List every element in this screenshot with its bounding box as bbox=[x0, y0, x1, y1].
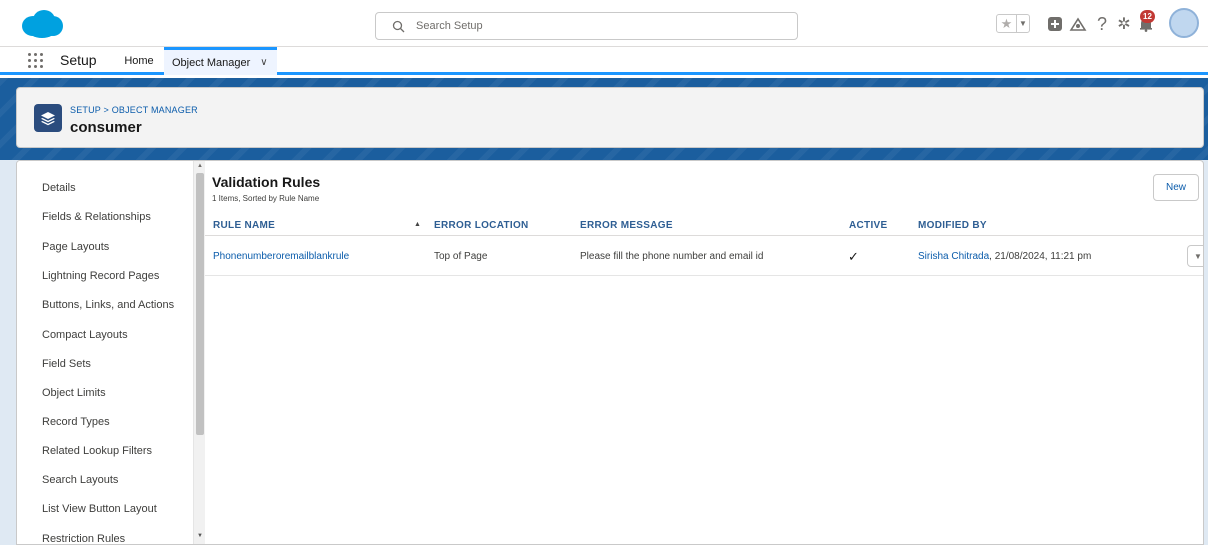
tab-object-manager-label: Object Manager bbox=[172, 56, 251, 69]
validation-rules-panel: Validation Rules 1 Items, Sorted by Rule… bbox=[205, 161, 1203, 544]
context-navigation: Setup Home Object Manager ∨ bbox=[0, 47, 1208, 75]
sidebar-item-page-layouts[interactable]: Page Layouts bbox=[42, 241, 109, 253]
breadcrumb[interactable]: SETUP > OBJECT MANAGER bbox=[70, 105, 198, 115]
favorites-dropdown-icon[interactable]: ▼ bbox=[1017, 15, 1029, 32]
object-page-header: SETUP > OBJECT MANAGER consumer bbox=[16, 87, 1204, 148]
column-header-active[interactable]: ACTIVE bbox=[849, 220, 887, 231]
content-card: Details Fields & Relationships Page Layo… bbox=[16, 160, 1204, 545]
avatar[interactable] bbox=[1169, 8, 1199, 38]
object-sidebar: Details Fields & Relationships Page Layo… bbox=[17, 161, 205, 544]
column-header-rule-name[interactable]: RULE NAME bbox=[213, 220, 275, 231]
modified-by-date: , 21/08/2024, 11:21 pm bbox=[989, 251, 1092, 262]
trailhead-icon[interactable] bbox=[1068, 14, 1088, 34]
sidebar-item-compact-layouts[interactable]: Compact Layouts bbox=[42, 329, 128, 341]
tab-home[interactable]: Home bbox=[117, 47, 161, 75]
sort-ascending-icon[interactable]: ▲ bbox=[414, 221, 421, 228]
help-icon[interactable]: ? bbox=[1092, 14, 1112, 34]
sidebar-item-related-lookup-filters[interactable]: Related Lookup Filters bbox=[42, 445, 152, 457]
favorites-group: ★ ▼ bbox=[996, 14, 1030, 33]
table-row: Phonenumberoremailblankrule Top of Page … bbox=[205, 236, 1203, 276]
sidebar-scrollbar[interactable]: ▲ ▼ bbox=[193, 161, 205, 544]
app-launcher-icon[interactable] bbox=[28, 53, 44, 69]
error-message-cell: Please fill the phone number and email i… bbox=[580, 251, 764, 262]
object-layers-icon bbox=[34, 104, 62, 132]
notification-badge: 12 bbox=[1140, 10, 1155, 23]
error-location-cell: Top of Page bbox=[434, 251, 488, 262]
scroll-up-icon[interactable]: ▲ bbox=[197, 163, 203, 169]
app-name: Setup bbox=[60, 52, 97, 68]
modified-by-cell: Sirisha Chitrada, 21/08/2024, 11:21 pm bbox=[918, 251, 1091, 262]
sidebar-item-search-layouts[interactable]: Search Layouts bbox=[42, 474, 118, 486]
sidebar-item-restriction-rules[interactable]: Restriction Rules bbox=[42, 533, 125, 544]
sidebar-item-details[interactable]: Details bbox=[42, 182, 76, 194]
modified-by-user-link[interactable]: Sirisha Chitrada bbox=[918, 251, 989, 262]
section-title: Validation Rules bbox=[212, 174, 321, 190]
rule-name-link[interactable]: Phonenumberoremailblankrule bbox=[213, 251, 349, 262]
sidebar-item-lightning-record-pages[interactable]: Lightning Record Pages bbox=[42, 270, 159, 282]
salesforce-cloud-icon[interactable] bbox=[20, 9, 64, 39]
page-title: consumer bbox=[70, 119, 142, 136]
sidebar-item-fields-relationships[interactable]: Fields & Relationships bbox=[42, 211, 151, 223]
new-button[interactable]: New bbox=[1153, 174, 1199, 201]
column-header-modified-by[interactable]: MODIFIED BY bbox=[918, 220, 987, 231]
scroll-down-icon[interactable]: ▼ bbox=[197, 533, 203, 539]
checkmark-icon: ✓ bbox=[848, 249, 859, 264]
sidebar-item-list-view-button-layout[interactable]: List View Button Layout bbox=[42, 503, 157, 515]
global-header: ★ ▼ ? ✲ 12 bbox=[0, 0, 1208, 47]
sidebar-item-buttons-links-actions[interactable]: Buttons, Links, and Actions bbox=[42, 299, 174, 311]
sidebar-item-field-sets[interactable]: Field Sets bbox=[42, 358, 91, 370]
tab-object-manager[interactable]: Object Manager ∨ bbox=[164, 47, 277, 75]
search-icon bbox=[392, 20, 405, 33]
table-header: RULE NAME ▲ ERROR LOCATION ERROR MESSAGE… bbox=[205, 214, 1203, 236]
column-header-error-location[interactable]: ERROR LOCATION bbox=[434, 220, 529, 231]
chevron-down-icon[interactable]: ∨ bbox=[260, 57, 267, 68]
section-subtitle: 1 Items, Sorted by Rule Name bbox=[212, 194, 320, 203]
sidebar-item-record-types[interactable]: Record Types bbox=[42, 416, 110, 428]
global-add-icon[interactable] bbox=[1045, 14, 1065, 34]
scroll-thumb[interactable] bbox=[196, 173, 204, 435]
sidebar-item-object-limits[interactable]: Object Limits bbox=[42, 387, 106, 399]
search-input[interactable] bbox=[416, 17, 776, 35]
column-header-error-message[interactable]: ERROR MESSAGE bbox=[580, 220, 673, 231]
global-search[interactable] bbox=[375, 12, 798, 40]
favorite-star-icon[interactable]: ★ bbox=[997, 15, 1017, 32]
row-actions-dropdown-icon[interactable]: ▼ bbox=[1187, 245, 1203, 267]
setup-gear-icon[interactable]: ✲ bbox=[1114, 14, 1134, 34]
